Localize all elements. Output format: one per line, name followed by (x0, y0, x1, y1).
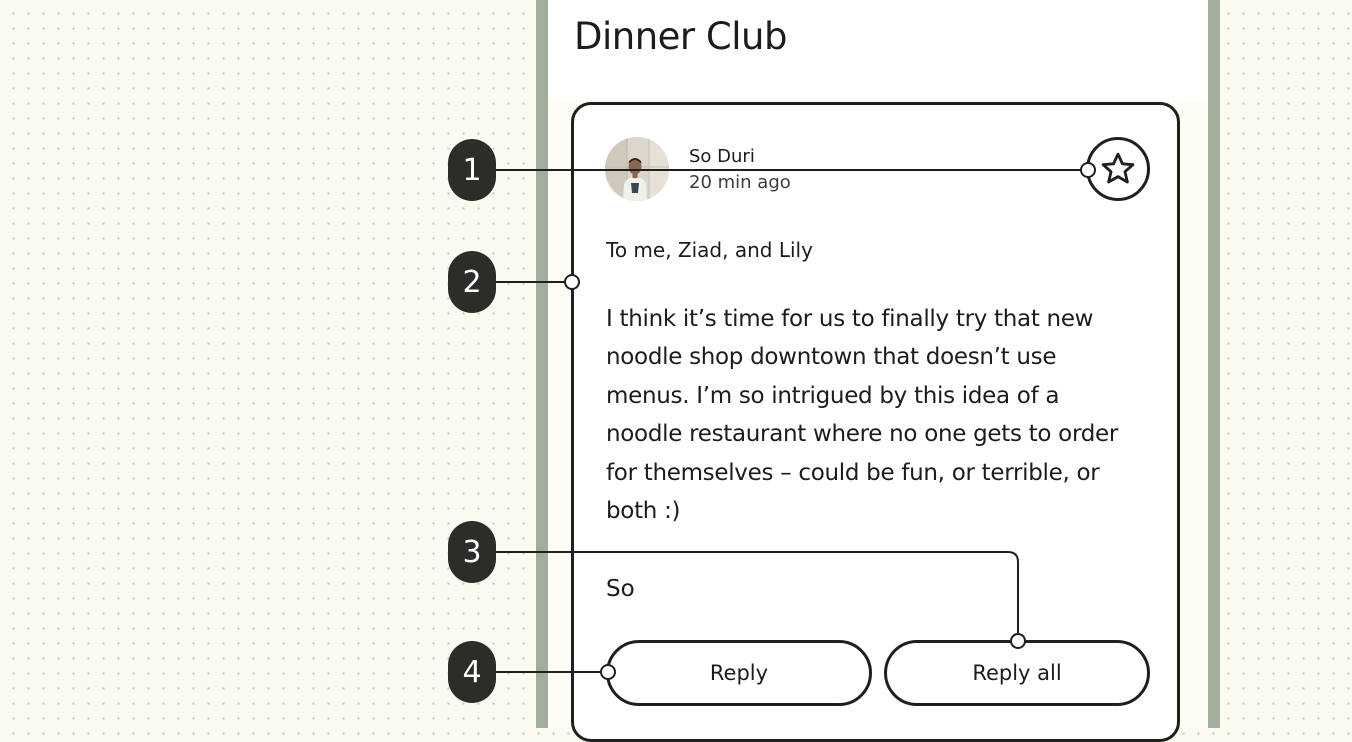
recipients-line: To me, Ziad, and Lily (606, 238, 813, 262)
reply-all-button[interactable]: Reply all (884, 640, 1150, 706)
star-outline-icon (1101, 152, 1135, 184)
star-button[interactable] (1086, 137, 1150, 201)
callout-badge-1: 1 (448, 139, 496, 201)
avatar[interactable] (605, 137, 669, 201)
avatar-photo (605, 137, 669, 201)
callout-badge-4: 4 (448, 641, 496, 703)
callout-badge-3: 3 (448, 521, 496, 583)
sender-name: So Duri (689, 146, 755, 167)
reply-button[interactable]: Reply (606, 640, 872, 706)
message-body: I think it’s time for us to finally try … (606, 306, 1119, 525)
message-signature: So (606, 576, 635, 602)
callout-badge-2: 2 (448, 251, 496, 313)
message-timestamp: 20 min ago (689, 172, 791, 193)
page-title: Dinner Club (574, 15, 787, 58)
